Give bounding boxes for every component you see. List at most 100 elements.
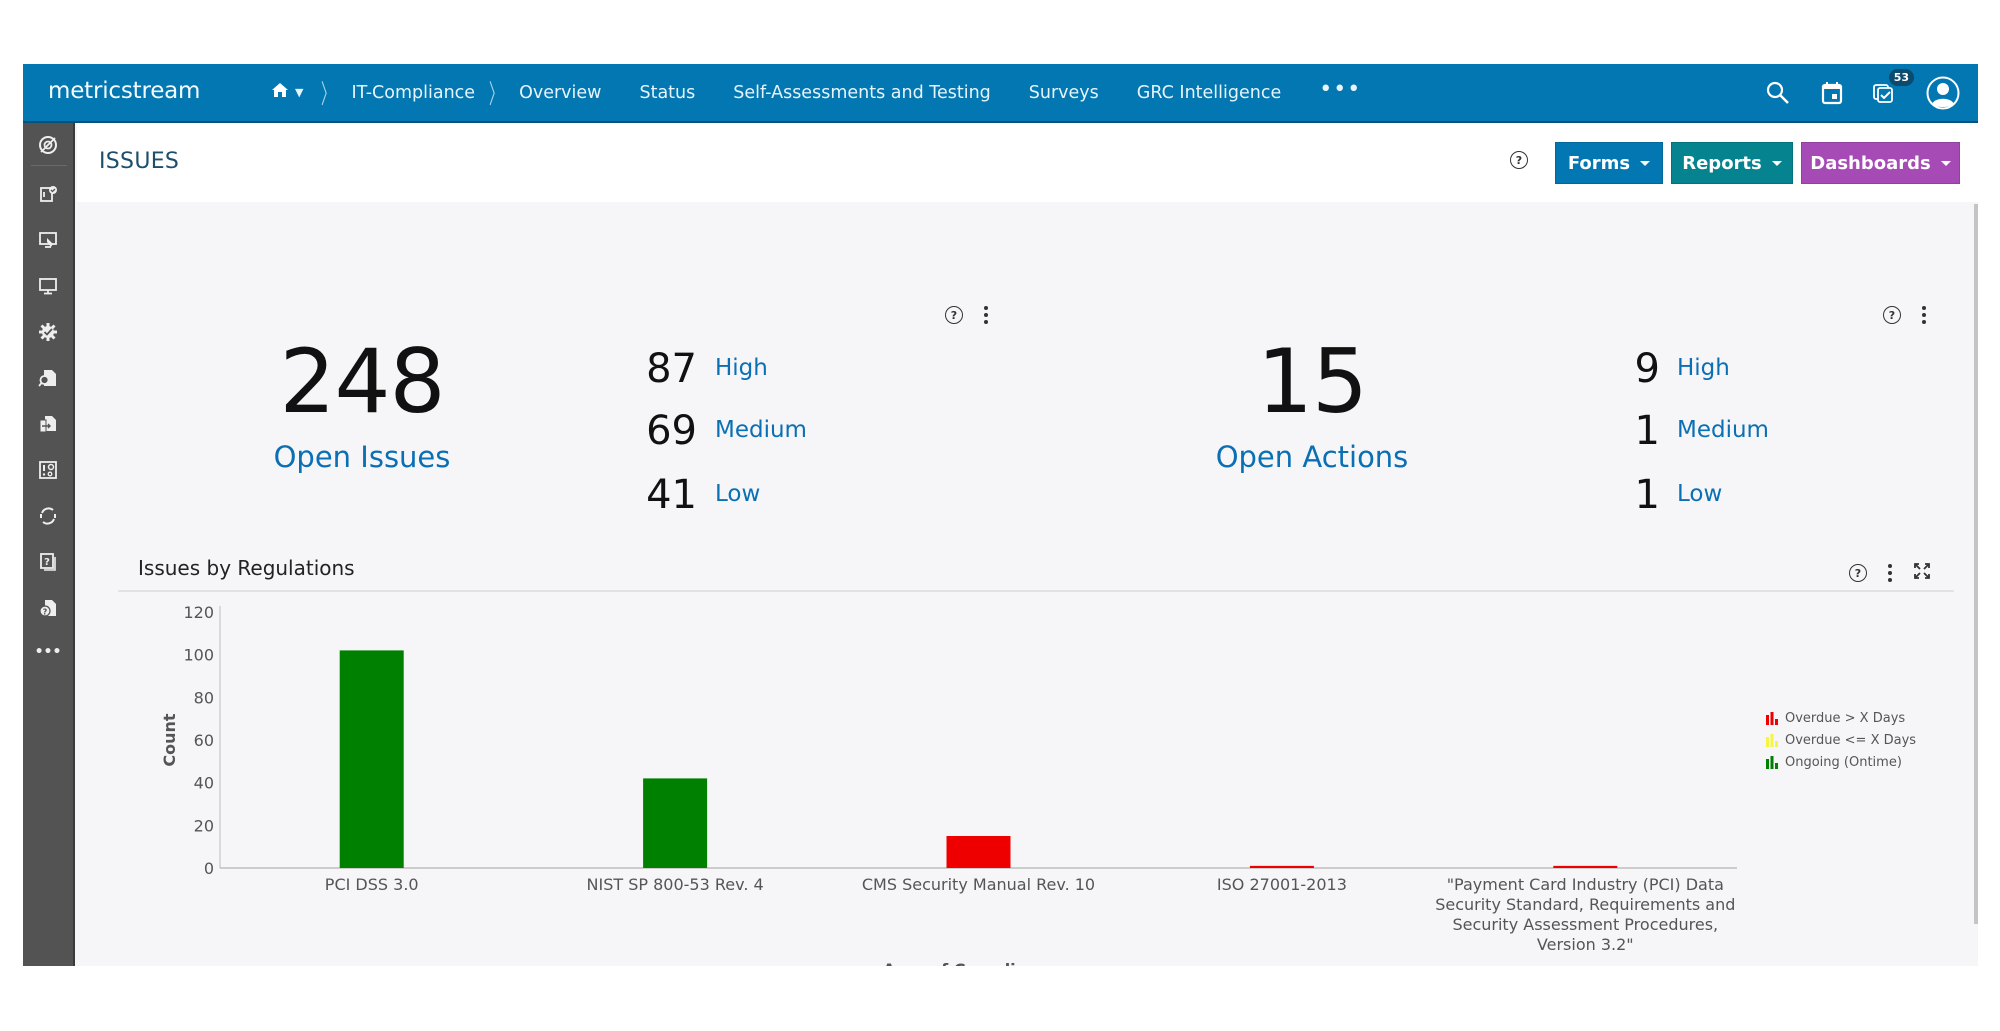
legend-label: Overdue > X Days (1785, 710, 1906, 726)
chart-toolbar: ? (1849, 562, 1931, 584)
search-icon[interactable] (1764, 79, 1792, 107)
document-check-icon[interactable] (37, 183, 59, 205)
more-options-icon[interactable] (981, 306, 991, 324)
bar-overdue-x-days (946, 836, 1011, 868)
nav-grc-intelligence[interactable]: GRC Intelligence (1137, 83, 1281, 103)
top-right-icons: 53 (1764, 64, 1960, 121)
sidebar-divider (31, 165, 67, 166)
actions-low-count: 1 (1634, 472, 1660, 518)
home-menu[interactable]: ▼ (271, 82, 303, 103)
legend-item[interactable]: Ongoing (Ontime) (1765, 751, 1916, 773)
bar-overdue-x-days (1553, 865, 1618, 868)
user-avatar-icon[interactable] (1926, 76, 1960, 110)
issues-medium-link[interactable]: Medium (715, 417, 807, 443)
top-nav-bar: metricstream ▼ 〉 IT-Compliance 〉 Overvie… (23, 64, 1978, 123)
nav-surveys[interactable]: Surveys (1029, 83, 1099, 103)
compass-icon[interactable] (37, 134, 59, 156)
x-tick-label: CMS Security Manual Rev. 10 (862, 875, 1095, 894)
issues-low-link[interactable]: Low (715, 481, 760, 507)
bar-chart-legend-icon (1766, 734, 1778, 747)
x-tick-label: "Payment Card Industry (PCI) Data (1447, 875, 1724, 894)
desktop-icon[interactable] (37, 275, 59, 297)
forms-button[interactable]: Forms (1555, 142, 1663, 184)
issues-low-count: 41 (646, 472, 697, 518)
reports-button[interactable]: Reports (1671, 142, 1793, 184)
dashboard-content: ? 248 Open Issues 87 High 69 Medium 41 L… (77, 202, 1969, 966)
chart-legend: Overdue > X Days Overdue <= X Days Ongoing… (1765, 707, 1916, 773)
bar-ongoing-ontime- (643, 778, 708, 868)
notification-badge: 53 (1888, 68, 1914, 86)
bar-ongoing-ontime- (339, 650, 404, 868)
issues-high-count: 87 (646, 346, 697, 392)
x-axis-title: Area of Compliance (883, 960, 1059, 966)
y-axis-title: Count (160, 713, 179, 767)
chevron-down-icon: ▼ (295, 86, 304, 99)
open-actions-count: 15 (1257, 330, 1368, 433)
more-options-icon[interactable] (1919, 306, 1929, 324)
actions-widget-toolbar: ? (1883, 306, 1929, 324)
monitor-touch-icon[interactable] (37, 229, 59, 251)
issues-widget-toolbar: ? (945, 306, 991, 324)
caret-down-icon (1640, 160, 1651, 166)
issues-medium-count: 69 (646, 408, 697, 454)
expand-icon[interactable] (1913, 562, 1931, 584)
bar-chart-legend-icon (1766, 712, 1778, 725)
y-tick-label: 80 (194, 688, 214, 707)
calendar-icon[interactable] (1818, 79, 1846, 107)
app-window: metricstream ▼ 〉 IT-Compliance 〉 Overvie… (23, 64, 1978, 966)
nav-status[interactable]: Status (639, 83, 695, 103)
y-tick-label: 100 (183, 646, 214, 665)
more-options-icon[interactable] (1885, 564, 1895, 582)
metricstream-logo[interactable]: metricstream (48, 78, 200, 104)
documents-sync-icon[interactable] (37, 413, 59, 435)
y-tick-label: 20 (194, 816, 214, 835)
help-icon[interactable]: ? (1510, 151, 1528, 169)
x-tick-label: Security Assessment Procedures, (1452, 915, 1718, 934)
x-tick-label: Security Standard, Requirements and (1435, 895, 1735, 914)
y-tick-label: 40 (194, 774, 214, 793)
document-search-icon[interactable] (37, 367, 59, 389)
refresh-icon[interactable] (37, 505, 59, 527)
breadcrumb-separator: 〉 (321, 80, 336, 110)
vertical-scrollbar[interactable] (1974, 204, 1978, 924)
sidebar-more-button[interactable]: ••• (35, 641, 62, 663)
issues-high-link[interactable]: High (715, 355, 768, 381)
reports-button-label: Reports (1682, 152, 1762, 174)
document-question-icon[interactable]: ? (37, 597, 59, 619)
legend-label: Ongoing (Ontime) (1785, 754, 1902, 770)
actions-medium-count: 1 (1634, 408, 1660, 454)
y-tick-label: 120 (183, 603, 214, 622)
actions-medium-link[interactable]: Medium (1677, 417, 1769, 443)
open-actions-link[interactable]: Open Actions (1202, 440, 1422, 474)
help-icon[interactable]: ? (1849, 564, 1867, 582)
actions-high-count: 9 (1634, 346, 1660, 392)
svg-text:?: ? (43, 608, 48, 617)
legend-label: Overdue <= X Days (1785, 732, 1917, 748)
help-icon[interactable]: ? (945, 306, 963, 324)
page-header: ISSUES ? Forms Reports Dashboards (77, 123, 1978, 202)
breadcrumb-it-compliance[interactable]: IT-Compliance (351, 83, 475, 103)
dashboards-button[interactable]: Dashboards (1801, 142, 1960, 184)
page-title: ISSUES (99, 149, 180, 174)
nav-more-button[interactable]: ••• (1319, 77, 1361, 102)
open-issues-link[interactable]: Open Issues (252, 440, 472, 474)
actions-high-link[interactable]: High (1677, 355, 1730, 381)
home-icon (271, 82, 289, 103)
open-issues-count: 248 (279, 330, 446, 433)
gear-check-icon[interactable] (37, 321, 59, 343)
legend-item[interactable]: Overdue <= X Days (1765, 729, 1916, 751)
nav-self-assessments[interactable]: Self-Assessments and Testing (733, 83, 991, 103)
help-icon[interactable]: ? (1883, 306, 1901, 324)
question-pages-icon[interactable]: ? (37, 551, 59, 573)
nav-overview[interactable]: Overview (519, 83, 601, 103)
svg-text:?: ? (44, 557, 50, 568)
breadcrumb-nav: ▼ 〉 IT-Compliance 〉 Overview Status Self… (271, 64, 1361, 121)
legend-item[interactable]: Overdue > X Days (1765, 707, 1916, 729)
dashboards-button-label: Dashboards (1810, 152, 1931, 174)
x-tick-label: ISO 27001-2013 (1217, 875, 1347, 894)
alert-settings-icon[interactable] (37, 459, 59, 481)
breadcrumb-separator: 〉 (488, 80, 504, 110)
tasks-icon[interactable]: 53 (1872, 68, 1914, 107)
actions-low-link[interactable]: Low (1677, 481, 1722, 507)
x-tick-label: Version 3.2" (1537, 935, 1634, 954)
